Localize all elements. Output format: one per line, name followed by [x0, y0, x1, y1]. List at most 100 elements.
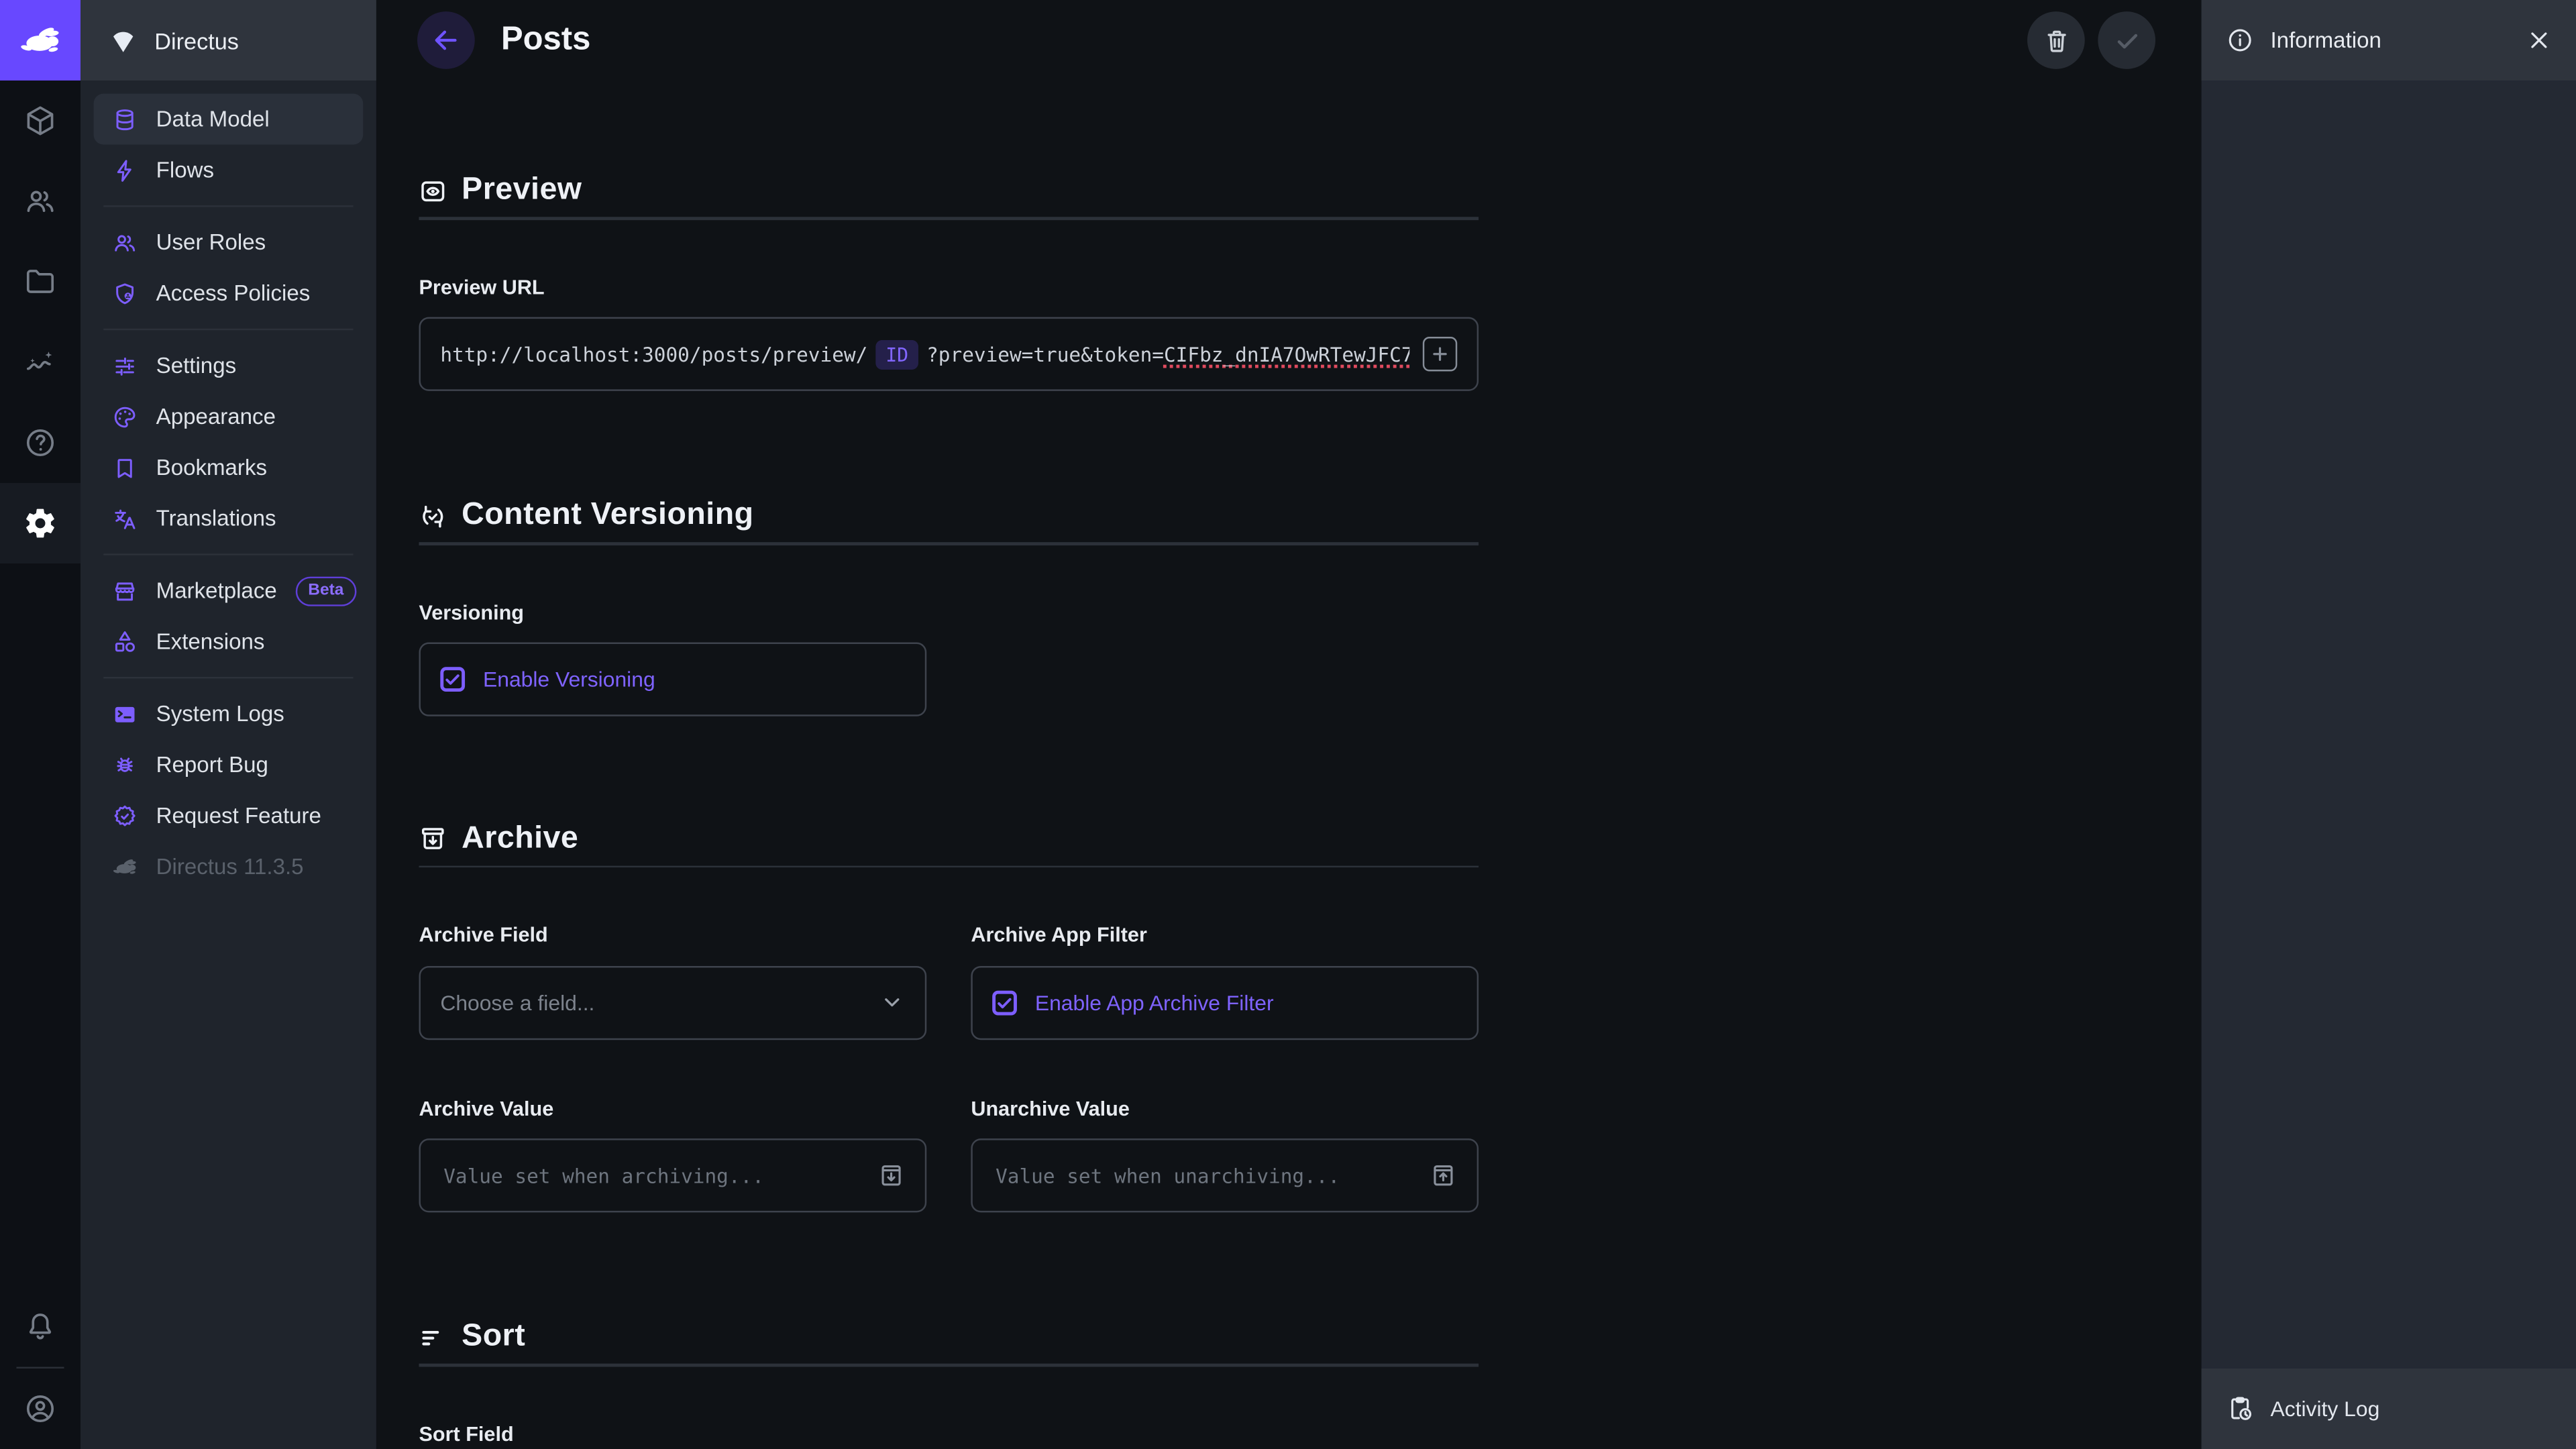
directus-logo[interactable] [0, 0, 80, 80]
versioning-label: Versioning [419, 600, 1479, 625]
sidebar-item-label: Extensions [156, 629, 265, 654]
main-content: Posts [376, 0, 2202, 1449]
archive-labels-row1: Archive Field Archive App Filter [419, 923, 1479, 948]
bolt-icon [112, 157, 138, 183]
insights-icon [23, 345, 57, 379]
category-icon [112, 629, 138, 655]
divider [103, 667, 353, 688]
checkbox-checked-icon[interactable] [440, 667, 465, 692]
checkbox-checked-icon[interactable] [992, 990, 1017, 1015]
divider [103, 544, 353, 566]
module-users[interactable] [0, 161, 80, 241]
rabbit-icon [18, 24, 62, 57]
enable-versioning-checkbox[interactable]: Enable Versioning [419, 643, 926, 716]
rabbit-icon [112, 853, 138, 879]
sidebar-item-label: User Roles [156, 230, 266, 255]
user-menu-button[interactable] [0, 1368, 80, 1449]
info-sidebar: Information Activity Log [2202, 0, 2576, 1449]
archive-section-heading: Archive [419, 819, 1479, 859]
save-button[interactable] [2098, 11, 2155, 69]
tune-icon [112, 352, 138, 378]
app-version-label: Directus 11.3.5 [156, 854, 304, 879]
archive-value-label: Archive Value [419, 1097, 926, 1122]
module-settings[interactable] [0, 483, 80, 564]
activity-log-button[interactable]: Activity Log [2202, 1368, 2576, 1449]
module-collections[interactable] [0, 80, 80, 161]
section-title: Content Versioning [462, 498, 753, 534]
sort-field-label: Sort Field [419, 1422, 1479, 1447]
sidebar-item-report-bug[interactable]: Report Bug [94, 739, 364, 790]
sort-section-heading: Sort [419, 1318, 1479, 1357]
preview-url-field[interactable]: http://localhost:3000/posts/preview/ ID … [419, 317, 1479, 391]
module-bar [0, 0, 80, 1449]
section-title: Preview [462, 172, 582, 209]
unarchive-out-icon [1430, 1161, 1458, 1189]
sidebar-item-flows[interactable]: Flows [94, 145, 364, 196]
info-sidebar-header[interactable]: Information [2202, 0, 2576, 80]
sidebar-item-label: Bookmarks [156, 455, 267, 480]
archive-field-select[interactable]: Choose a field... [419, 965, 926, 1039]
trash-icon [2041, 25, 2071, 55]
bookmark-icon [112, 454, 138, 480]
unarchive-value-label: Unarchive Value [971, 1097, 1479, 1122]
archive-inputs-row1: Choose a field... Enable App Archive Fil… [419, 965, 1479, 1039]
url-token: CIFbz_dnIA7OwRTewJFC79aQoDl [1164, 343, 1409, 366]
bug-icon [112, 751, 138, 777]
archive-app-filter-label: Archive App Filter [971, 923, 1479, 948]
app-version: Directus 11.3.5 [94, 841, 364, 892]
sidebar-item-label: Access Policies [156, 281, 311, 306]
sidebar-item-bookmarks[interactable]: Bookmarks [94, 442, 364, 493]
settings-form: Preview Preview URL http://localhost:300… [419, 171, 1479, 1447]
archive-value-input[interactable] [440, 1163, 864, 1189]
preview-url-value: http://localhost:3000/posts/preview/ ID … [440, 339, 1409, 369]
module-files[interactable] [0, 241, 80, 322]
versioning-row: Enable Versioning [419, 643, 1479, 716]
close-sidebar-button[interactable] [2527, 28, 2552, 53]
folder-icon [23, 264, 57, 299]
gear-icon [23, 506, 57, 540]
sidebar-item-settings[interactable]: Settings [94, 340, 364, 391]
chevron-down-icon [879, 989, 905, 1015]
check-icon [2112, 25, 2141, 55]
sidebar-item-label: Settings [156, 354, 236, 378]
sidebar-item-marketplace[interactable]: Marketplace Beta [94, 565, 364, 616]
url-query: ?preview=true&token= [926, 343, 1164, 366]
unarchive-value-input[interactable] [992, 1163, 1416, 1189]
verified-icon [112, 802, 138, 828]
divider [419, 865, 1479, 867]
info-sidebar-title: Information [2270, 28, 2381, 53]
sidebar-item-request-feature[interactable]: Request Feature [94, 790, 364, 841]
sidebar-item-user-roles[interactable]: User Roles [94, 217, 364, 268]
module-help[interactable] [0, 402, 80, 483]
sidebar-item-label: Flows [156, 158, 214, 182]
add-variable-button[interactable] [1423, 337, 1457, 371]
module-insights[interactable] [0, 322, 80, 402]
page-title: Posts [501, 0, 590, 80]
arrow-left-icon [431, 25, 462, 56]
avatar-icon [23, 1391, 57, 1426]
section-title: Archive [462, 820, 578, 857]
nav-sidebar: Directus Data Model Flows [80, 0, 376, 1449]
sidebar-item-access-policies[interactable]: Access Policies [94, 268, 364, 319]
back-button[interactable] [417, 11, 475, 69]
sidebar-item-label: Request Feature [156, 804, 321, 828]
delete-collection-button[interactable] [2027, 11, 2085, 69]
sidebar-item-label: Report Bug [156, 753, 268, 777]
header-actions [2027, 11, 2155, 69]
notifications-button[interactable] [0, 1287, 80, 1367]
nav-list: Data Model Flows User Roles [80, 80, 376, 892]
project-header[interactable]: Directus [80, 0, 376, 80]
sidebar-item-system-logs[interactable]: System Logs [94, 688, 364, 739]
sidebar-item-data-model[interactable]: Data Model [94, 94, 364, 145]
database-icon [112, 106, 138, 132]
sidebar-item-label: Appearance [156, 404, 276, 429]
project-logo-icon [109, 25, 138, 55]
sidebar-item-extensions[interactable]: Extensions [94, 616, 364, 667]
sidebar-item-appearance[interactable]: Appearance [94, 391, 364, 442]
sidebar-item-translations[interactable]: Translations [94, 493, 364, 544]
id-variable-chip[interactable]: ID [876, 339, 918, 369]
bell-icon [23, 1309, 57, 1344]
beta-badge: Beta [295, 576, 357, 605]
enable-app-archive-filter-checkbox[interactable]: Enable App Archive Filter [971, 965, 1479, 1039]
sidebar-item-label: System Logs [156, 702, 284, 727]
